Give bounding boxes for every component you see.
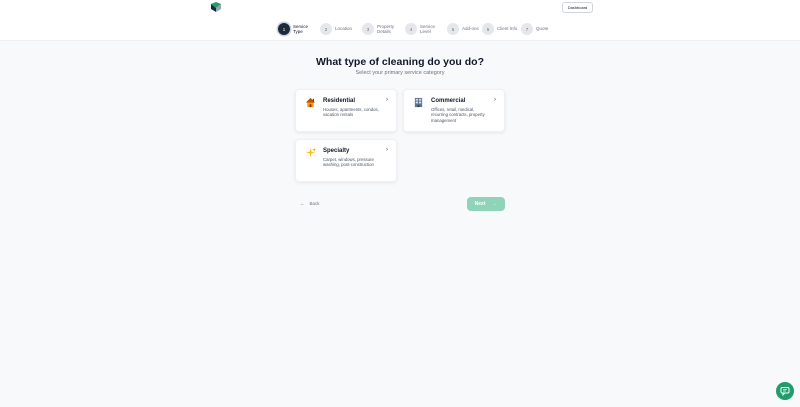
step-client-info[interactable]: 6 Client Info [482, 22, 519, 36]
arrow-right-icon: → [492, 201, 498, 207]
page-subtitle: Select your primary service category [355, 70, 445, 76]
chevron-right-icon: › [386, 97, 388, 103]
step-label: Location [335, 26, 353, 32]
step-label: Service Type [293, 23, 309, 35]
step-label: Client Info [497, 26, 518, 32]
back-button[interactable]: ← Back [300, 198, 328, 209]
stepper: 1 Service Type 2 Location 3 Property Det… [0, 16, 800, 41]
step-number: 2 [320, 23, 332, 35]
dashboard-button[interactable]: Dashboard [562, 2, 593, 13]
step-location[interactable]: 2 Location [320, 22, 357, 36]
sparkles-icon [305, 147, 316, 158]
card-description: Offices, retail, medical, recurring cont… [431, 107, 485, 123]
logo-icon[interactable] [209, 2, 223, 14]
step-service-level[interactable]: 4 Service Level [405, 22, 442, 36]
chevron-right-icon: › [494, 97, 496, 103]
card-description: Carpet, windows, pressure washing, post-… [323, 157, 374, 168]
chevron-right-icon: › [386, 147, 388, 153]
step-number: 6 [482, 23, 494, 35]
step-quote[interactable]: 7 Quote [521, 22, 558, 36]
card-title: Specialty [323, 148, 350, 154]
step-label: Quote [536, 26, 549, 32]
arrow-left-icon: ← [300, 201, 305, 206]
step-number: 5 [447, 23, 459, 35]
step-label: Property Details [377, 23, 395, 35]
step-number: 4 [405, 23, 417, 35]
step-number: 7 [521, 23, 533, 35]
card-specialty[interactable]: Specialty Carpet, windows, pressure wash… [295, 139, 397, 182]
back-label: Back [309, 201, 320, 206]
chat-icon [780, 387, 790, 396]
step-property-details[interactable]: 3 Property Details [362, 22, 399, 36]
card-commercial[interactable]: Commercial Offices, retail, medical, rec… [403, 89, 505, 132]
chat-button[interactable] [776, 382, 794, 400]
step-number: 3 [362, 23, 374, 35]
next-button[interactable]: Next → [467, 197, 505, 211]
step-service-type[interactable]: 1 Service Type [278, 22, 315, 36]
step-number: 1 [278, 23, 290, 35]
building-icon [414, 97, 423, 108]
step-label: Service Level [420, 23, 436, 35]
card-residential[interactable]: Residential Houses, apartments, condos, … [295, 89, 397, 132]
card-title: Commercial [431, 98, 466, 104]
top-bar: Dashboard [0, 0, 800, 16]
card-description: Houses, apartments, condos, vacation ren… [323, 107, 379, 118]
card-title: Residential [323, 98, 356, 104]
page-title: What type of cleaning do you do? [316, 56, 484, 68]
next-label: Next [474, 201, 486, 207]
step-label: Add-ons [462, 26, 479, 32]
house-icon [305, 97, 316, 108]
step-add-ons[interactable]: 5 Add-ons [447, 22, 484, 36]
